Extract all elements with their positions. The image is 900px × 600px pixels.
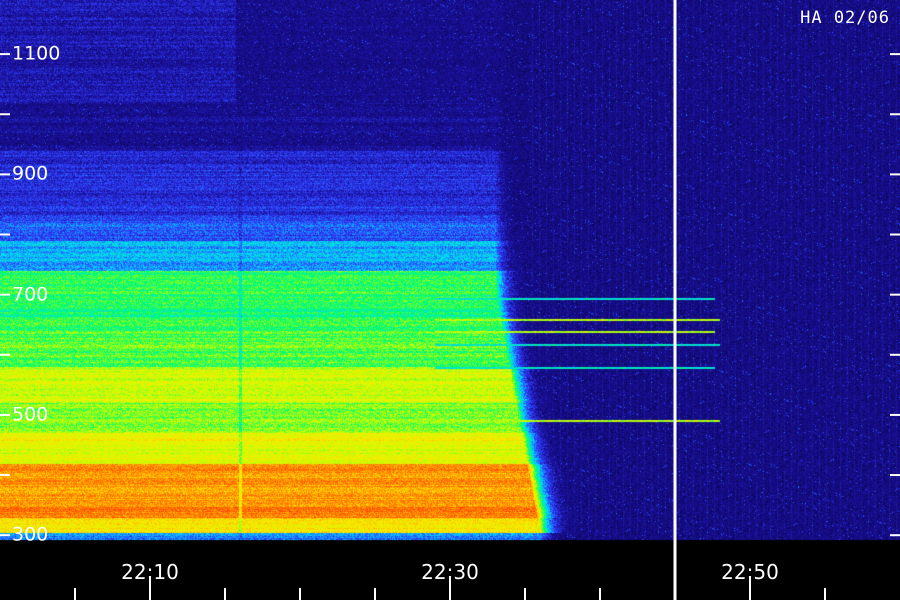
x-tick-label: 22:10 [121,560,179,584]
y-tick-label: 900 [12,162,49,185]
x-tick-label: 22:50 [721,560,779,584]
y-tick-label: 700 [12,283,49,306]
y-tick-label: 300 [12,523,49,546]
spectrogram-heatmap [0,0,900,600]
chart-title: HA 02/06 [800,8,890,28]
x-tick-label: 22:30 [421,560,479,584]
y-tick-label: 500 [12,403,49,426]
y-tick-label: 1100 [12,42,61,65]
